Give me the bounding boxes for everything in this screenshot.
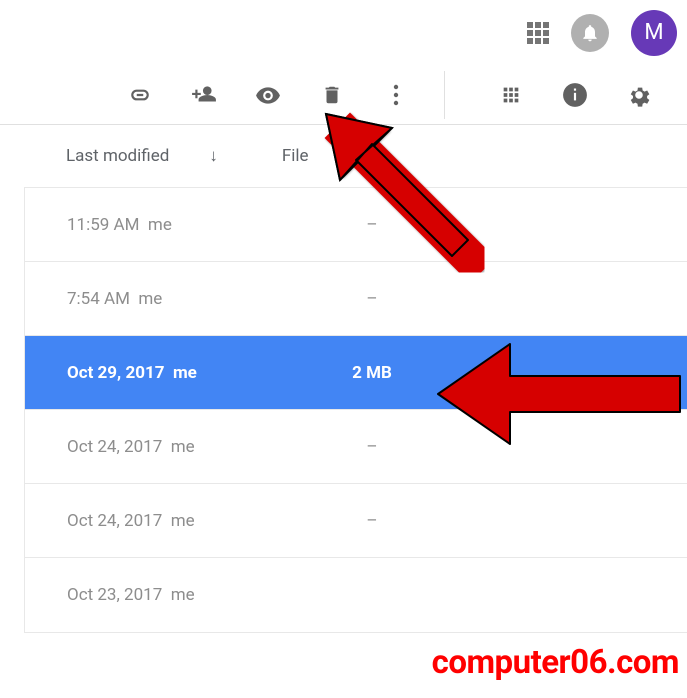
table-row[interactable]: Oct 24, 2017 me –	[25, 484, 687, 558]
table-row[interactable]: 11:59 AM me –	[25, 188, 687, 262]
view-details-button[interactable]	[551, 71, 599, 119]
row-modified: 11:59 AM	[67, 215, 139, 235]
row-modified: Oct 24, 2017	[67, 511, 162, 531]
sort-descending-icon[interactable]: ↓	[209, 146, 218, 166]
row-owner: me	[171, 585, 195, 605]
table-row-selected[interactable]: Oct 29, 2017 me 2 MB	[25, 336, 687, 410]
google-apps-icon[interactable]	[527, 22, 549, 44]
row-size: –	[317, 437, 427, 457]
row-size: –	[317, 289, 427, 309]
notifications-icon[interactable]	[571, 14, 609, 52]
watermark: computer06.com	[432, 643, 679, 682]
table-row[interactable]: 7:54 AM me –	[25, 262, 687, 336]
row-owner: me	[171, 511, 195, 531]
more-actions-button[interactable]	[372, 71, 420, 119]
row-modified: Oct 29, 2017	[67, 363, 164, 383]
file-list: 11:59 AM me – 7:54 AM me – Oct 29, 2017 …	[24, 187, 687, 633]
row-modified: Oct 24, 2017	[67, 437, 162, 457]
settings-button[interactable]	[615, 71, 663, 119]
column-size[interactable]: File	[282, 146, 309, 166]
row-owner: me	[171, 437, 195, 457]
get-link-button[interactable]	[116, 71, 164, 119]
preview-button[interactable]	[244, 71, 292, 119]
row-modified: 7:54 AM	[67, 289, 130, 309]
row-size: –	[317, 511, 427, 531]
row-owner: me	[138, 289, 162, 309]
delete-button[interactable]	[308, 71, 356, 119]
row-size: –	[317, 215, 427, 235]
table-row[interactable]: Oct 23, 2017 me	[25, 558, 687, 632]
table-row[interactable]: Oct 24, 2017 me –	[25, 410, 687, 484]
column-header-row: Last modified ↓ File	[24, 125, 687, 187]
avatar[interactable]: M	[631, 10, 677, 56]
grid-view-button[interactable]	[487, 71, 535, 119]
toolbar-separator	[444, 71, 445, 119]
avatar-letter: M	[644, 20, 663, 45]
row-owner: me	[148, 215, 172, 235]
row-owner: me	[173, 363, 197, 383]
column-modified[interactable]: Last modified	[66, 146, 169, 166]
action-toolbar	[0, 65, 687, 125]
row-modified: Oct 23, 2017	[67, 585, 162, 605]
share-button[interactable]	[180, 71, 228, 119]
row-size: 2 MB	[317, 363, 427, 383]
